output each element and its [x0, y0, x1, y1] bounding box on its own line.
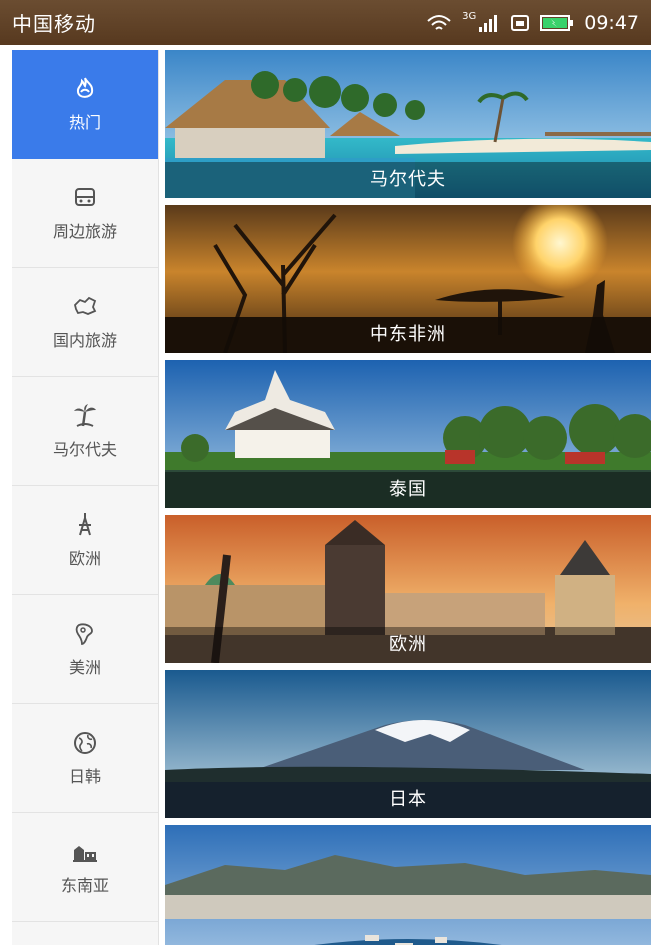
palm-tree-icon [74, 404, 96, 427]
buildings-icon [73, 846, 97, 862]
network-type: 3G [462, 11, 477, 22]
wifi-icon [427, 14, 451, 30]
sidebar-item-japan-korea[interactable]: 日韩 [12, 704, 158, 813]
sidebar-item-label: 热门 [68, 113, 101, 132]
destination-card-maldives[interactable]: 马尔代夫 [165, 50, 651, 198]
destination-title: 马尔代夫 [165, 162, 651, 198]
sidebar-item-hot[interactable]: 热门 [12, 50, 158, 159]
southeast-asia-harbor-image [165, 825, 651, 945]
destination-card-southeast-asia[interactable] [165, 825, 651, 945]
carrier-name: 中国移动 [12, 12, 96, 36]
fire-icon [76, 77, 94, 98]
sidebar-item-label: 美洲 [68, 658, 101, 677]
signal-icon [479, 14, 498, 32]
destination-card-africa[interactable]: 中东非洲 [165, 205, 651, 353]
category-sidebar: 热门 周边旅游 国内旅游 马尔代夫 欧洲 美洲 日韩 东南亚 [12, 50, 159, 945]
sidebar-item-southeast-asia[interactable]: 东南亚 [12, 813, 158, 922]
sidebar-item-label: 周边旅游 [52, 222, 117, 241]
americas-icon [75, 623, 93, 645]
sidebar-item-label: 国内旅游 [52, 331, 117, 350]
status-icons: 3G 09:47 [426, 11, 639, 34]
sidebar-item-nearby[interactable]: 周边旅游 [12, 159, 158, 268]
bus-icon [75, 188, 95, 206]
sim-card-icon [511, 14, 530, 31]
status-bar: 中国移动 3G 09:47 [0, 0, 651, 45]
china-map-icon [74, 296, 97, 315]
sidebar-item-domestic[interactable]: 国内旅游 [12, 268, 158, 377]
sidebar-item-label: 东南亚 [60, 876, 109, 895]
destination-title: 泰国 [165, 472, 651, 508]
destination-card-europe[interactable]: 欧洲 [165, 515, 651, 663]
sidebar-item-maldives[interactable]: 马尔代夫 [12, 377, 158, 486]
sidebar-item-label: 日韩 [68, 767, 101, 786]
destination-list: 马尔代夫 中东非洲 泰国 欧洲 日本 [165, 50, 651, 945]
eiffel-tower-icon [79, 513, 91, 536]
destination-card-japan[interactable]: 日本 [165, 670, 651, 818]
clock: 09:47 [584, 11, 639, 34]
sidebar-item-americas[interactable]: 美洲 [12, 595, 158, 704]
battery-icon [540, 14, 574, 31]
sidebar-item-label: 马尔代夫 [52, 440, 117, 459]
destination-title: 日本 [165, 782, 651, 818]
destination-card-thailand[interactable]: 泰国 [165, 360, 651, 508]
destination-title: 欧洲 [165, 627, 651, 663]
globe-icon [74, 732, 96, 754]
sidebar-item-europe[interactable]: 欧洲 [12, 486, 158, 595]
sidebar-item-label: 欧洲 [68, 549, 101, 568]
destination-title: 中东非洲 [165, 317, 651, 353]
